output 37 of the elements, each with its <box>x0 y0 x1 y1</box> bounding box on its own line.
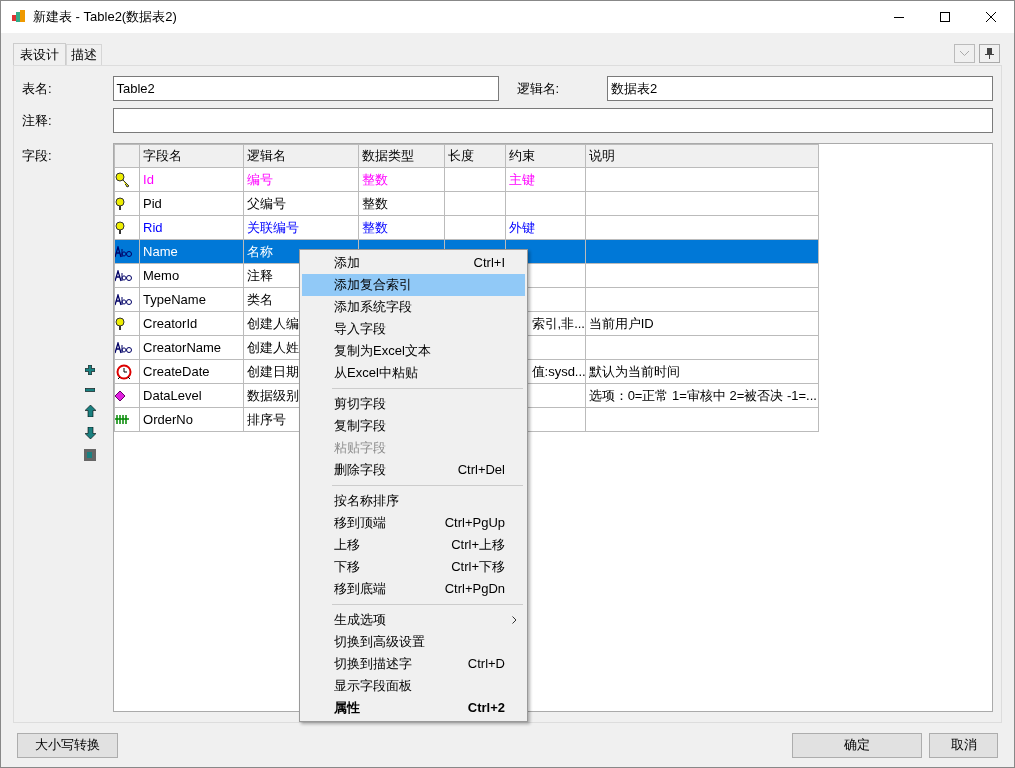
table-cell: 父编号 <box>247 195 287 211</box>
table-cell: CreatorId <box>143 315 198 331</box>
table-cell: 当前用户ID <box>588 315 654 331</box>
table-cell: Pid <box>143 195 162 211</box>
table-cell: 关联编号 <box>247 219 300 235</box>
table-cell: 整数 <box>362 219 389 235</box>
table-cell: 编号 <box>247 171 274 187</box>
table-cell: 外键 <box>508 219 535 235</box>
field-label: 表名: <box>22 79 53 98</box>
table-cell: CreateDate <box>143 363 210 379</box>
table-cell: 值:sysd... <box>531 363 585 379</box>
table-cell: OrderNo <box>143 411 193 427</box>
table-cell: 索引,非... <box>531 315 585 331</box>
table-cell: 整数 <box>362 171 389 187</box>
table-cell: 选项：0=正常 1=审核中 2=被否决 -1=... <box>588 387 817 403</box>
table-cell: 创建人姓 <box>247 339 300 355</box>
table-cell: 整数 <box>362 195 389 211</box>
table-cell: 类名 <box>247 291 274 307</box>
table-cell: 排序号 <box>247 411 287 427</box>
table-cell: Rid <box>143 219 163 235</box>
field-label: 逻辑名: <box>516 79 561 98</box>
table-cell: 创建日期 <box>247 363 300 379</box>
table-cell: TypeName <box>143 291 206 307</box>
table-cell: 主键 <box>508 171 535 187</box>
table-cell: DataLevel <box>143 387 202 403</box>
table-cell: 创建人编 <box>247 315 300 331</box>
field-label: 字段: <box>22 147 53 165</box>
table-cell: 名称 <box>247 243 274 259</box>
table-cell: CreatorName <box>143 339 222 355</box>
table-cell: Name <box>143 243 178 259</box>
table-cell: 数据级别 <box>247 387 300 403</box>
table-cell: 默认为当前时间 <box>588 363 680 379</box>
window-title: 新建表 - Table2(数据表2) <box>33 8 177 27</box>
table-cell: Id <box>143 171 154 187</box>
field-label: 注释: <box>22 111 53 130</box>
table-cell: Memo <box>143 267 180 283</box>
table-cell: 注释 <box>247 267 274 283</box>
